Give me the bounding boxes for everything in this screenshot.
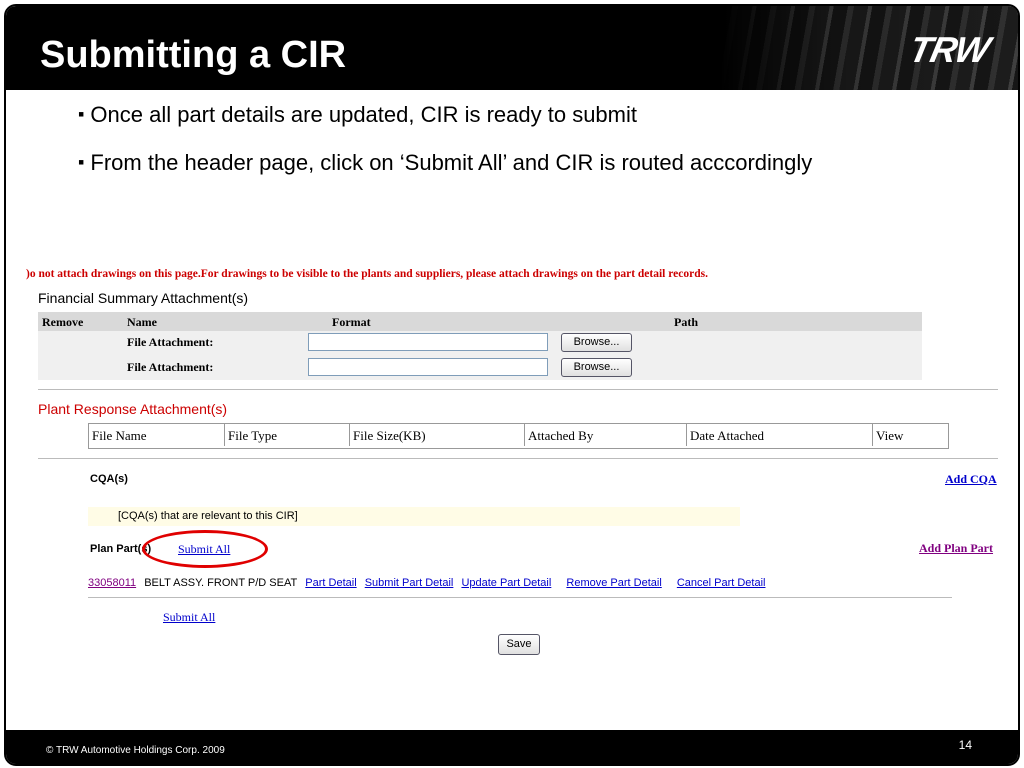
column-header-view: View — [876, 428, 904, 443]
browse-button[interactable]: Browse... — [561, 358, 632, 377]
financial-attachment-table: Remove Name Format Path File Attachment:… — [38, 312, 922, 380]
copyright: © TRW Automotive Holdings Corp. 2009 — [46, 745, 225, 756]
drawing-warning: )o not attach drawings on this page.For … — [26, 268, 708, 280]
file-attachment-label: File Attachment: — [127, 360, 214, 374]
plan-part-row: 33058011 BELT ASSY. FRONT P/D SEAT Part … — [88, 577, 770, 589]
divider — [88, 597, 952, 598]
plant-response-table: File Name File Type File Size(KB) Attach… — [88, 423, 949, 449]
cqa-label: CQA(s) — [90, 473, 128, 485]
page-number: 14 — [958, 738, 972, 752]
column-header-name: Name — [127, 315, 157, 329]
submit-all-bottom-link[interactable]: Submit All — [163, 610, 215, 625]
submit-part-detail-link[interactable]: Submit Part Detail — [365, 577, 454, 589]
cqa-note: [CQA(s) that are relevant to this CIR] — [118, 510, 298, 522]
bullet-item: From the header page, click on ‘Submit A… — [78, 150, 812, 177]
table-row: File Attachment: Browse... — [38, 357, 922, 381]
save-button[interactable]: Save — [498, 634, 540, 655]
update-part-detail-link[interactable]: Update Part Detail — [461, 577, 551, 589]
cancel-part-detail-link[interactable]: Cancel Part Detail — [677, 577, 766, 589]
bullet-item: Once all part details are updated, CIR i… — [78, 102, 812, 129]
bullet-list: Once all part details are updated, CIR i… — [78, 102, 812, 198]
file-attachment-input[interactable] — [308, 358, 548, 376]
cqa-note-box: [CQA(s) that are relevant to this CIR] — [88, 507, 740, 526]
add-cqa-link[interactable]: Add CQA — [945, 472, 997, 487]
column-header-file-type: File Type — [225, 424, 350, 446]
part-detail-link[interactable]: Part Detail — [305, 577, 356, 589]
file-attachment-input[interactable] — [308, 333, 548, 351]
column-header-file-size: File Size(KB) — [350, 424, 525, 446]
highlight-circle — [142, 530, 268, 568]
column-header-path: Path — [674, 315, 698, 329]
table-row: File Attachment: Browse... — [38, 332, 922, 356]
browse-button[interactable]: Browse... — [561, 333, 632, 352]
column-header-format: Format — [332, 315, 371, 329]
footer-bar: © TRW Automotive Holdings Corp. 2009 14 — [6, 730, 1018, 764]
file-attachment-label: File Attachment: — [127, 335, 214, 349]
column-header-remove: Remove — [42, 315, 84, 329]
remove-part-detail-link[interactable]: Remove Part Detail — [566, 577, 661, 589]
trw-logo: TRW — [905, 29, 993, 70]
divider — [38, 389, 998, 390]
part-number-link[interactable]: 33058011 — [88, 577, 136, 589]
column-header-date-attached: Date Attached — [687, 424, 873, 446]
plant-response-heading: Plant Response Attachment(s) — [38, 401, 228, 417]
slide-title: Submitting a CIR — [40, 34, 347, 76]
slide: Submitting a CIR TRW Once all part detai… — [4, 4, 1020, 766]
column-header-file-name: File Name — [89, 424, 225, 446]
divider — [38, 458, 998, 459]
title-bar: Submitting a CIR TRW — [6, 6, 1018, 90]
part-description: BELT ASSY. FRONT P/D SEAT — [144, 577, 298, 589]
column-header-attached-by: Attached By — [525, 424, 687, 446]
add-plan-part-link[interactable]: Add Plan Part — [919, 541, 993, 556]
financial-summary-heading: Financial Summary Attachment(s) — [38, 290, 249, 306]
table-header: Remove Name Format Path — [38, 312, 922, 331]
